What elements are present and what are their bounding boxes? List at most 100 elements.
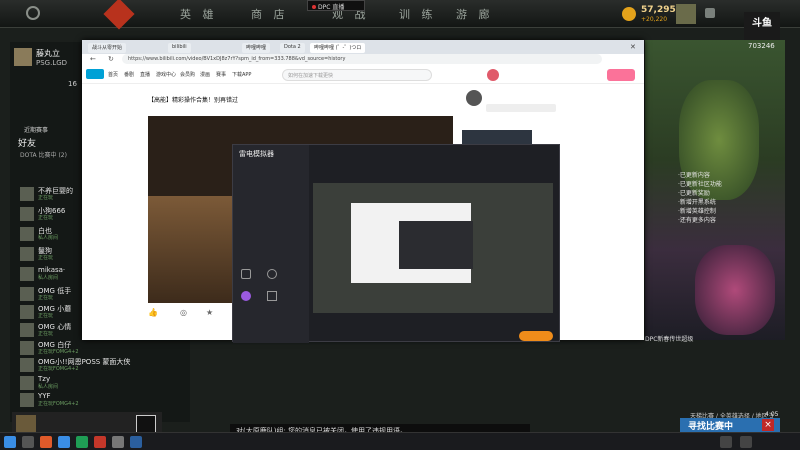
add-instance-icon[interactable] (241, 269, 251, 279)
close-window-icon[interactable]: ✕ (630, 43, 638, 51)
dpc-live-badge[interactable]: DPC 直播 (307, 0, 365, 11)
emulator-screen[interactable] (313, 183, 553, 313)
match-time: 4:05 (765, 411, 779, 418)
video-title: 【高能】精彩操作合集！别再错过 (148, 97, 239, 104)
nav-arcade[interactable]: 游 廊 (456, 6, 494, 22)
settings-icon[interactable] (26, 6, 40, 20)
back-icon[interactable]: ← (90, 55, 96, 63)
friend-avatar (20, 187, 34, 201)
friend-status: 正在玩FOMG4+2 (38, 349, 79, 355)
browser-tab[interactable]: 战斗从零开始 (88, 43, 127, 53)
friend-name: Tzy (38, 375, 51, 383)
gold-icon (622, 7, 636, 21)
friend-avatar (20, 207, 34, 221)
upload-button[interactable] (607, 69, 635, 81)
friend-status: 正在玩 (38, 195, 54, 201)
nav-home[interactable]: 首页 (108, 71, 118, 78)
live-dot-icon (312, 5, 316, 9)
nav-vip-shop[interactable]: 会员购 (180, 71, 195, 78)
search-input[interactable]: 如何在加速下载更快 (282, 69, 432, 81)
taskbar-app-icon[interactable] (112, 436, 124, 448)
taskbar-search-icon[interactable] (22, 436, 34, 448)
notification-icon[interactable] (705, 8, 715, 18)
friend-avatar (20, 323, 34, 337)
douyu-badge: 斗鱼 (744, 12, 780, 40)
friend-status: 正在玩 (38, 295, 54, 301)
coin-icon[interactable]: ◎ (180, 308, 187, 317)
browser-tab[interactable]: 哔哩哔哩 (242, 43, 271, 53)
favorite-icon[interactable]: ★ (206, 308, 213, 317)
friend-status: 正在玩 (38, 331, 54, 337)
dota-friends-header[interactable]: DOTA 比赛中 (2) (20, 150, 67, 159)
emulator-window: 雷电模拟器 (232, 144, 560, 343)
friend-status: 正在玩 (38, 255, 54, 261)
bilibili-logo-icon[interactable] (86, 69, 104, 79)
friend-avatar (20, 287, 34, 301)
nav-live[interactable]: 直播 (140, 71, 150, 78)
douyu-logo-text: 斗鱼 (752, 18, 772, 29)
update-list: ·已更新内容 ·已更新社区功能 ·已更新奖励 ·新增开黑系统 ·新增英雄控制 ·… (678, 171, 788, 225)
dota-logo-icon[interactable] (103, 0, 135, 30)
windows-start-icon[interactable] (4, 436, 16, 448)
friend-status: 正在玩FOMG4+2 (38, 401, 79, 407)
browser-tab[interactable]: bilibili (168, 43, 191, 53)
friend-item[interactable]: YYF 正在玩FOMG4+2 (20, 392, 190, 408)
friend-item[interactable]: Tzy 私人房间 (20, 375, 190, 391)
update-item: ·新增开黑系统 (678, 199, 716, 206)
friend-name: YYF (38, 392, 51, 400)
friend-avatar (20, 247, 34, 261)
uploader-avatar[interactable] (466, 90, 482, 106)
nav-comics[interactable]: 漫画 (200, 71, 210, 78)
update-item: ·已更新内容 (678, 172, 710, 179)
friend-item[interactable]: OMG小!!网恩POSS 蒙面大侠 正在玩FOMG4+2 (20, 357, 190, 373)
nav-learn[interactable]: 训 练 (399, 6, 437, 22)
taskbar-app-icon[interactable] (58, 436, 70, 448)
settings-icon[interactable] (267, 269, 277, 279)
profile-name: 藤丸立 (36, 49, 60, 58)
gold-change: +20,220 (641, 16, 668, 23)
friend-avatar (20, 341, 34, 355)
reload-icon[interactable]: ↻ (108, 55, 114, 63)
nav-anime[interactable]: 番剧 (124, 71, 134, 78)
files-icon[interactable] (267, 291, 277, 301)
dpc-caption: DPC新春传世超级 (645, 336, 694, 343)
taskbar-app-icon[interactable] (76, 436, 88, 448)
nav-download[interactable]: 下载APP (232, 71, 251, 78)
profile-avatar[interactable] (14, 48, 32, 66)
nav-game-center[interactable]: 游戏中心 (156, 71, 176, 78)
nav-heroes[interactable]: 英 雄 (180, 6, 218, 22)
emulator-title: 雷电模拟器 (239, 150, 274, 158)
friend-status: 私人房间 (38, 384, 59, 390)
browser-tab-active[interactable]: 哔哩哔哩 (゜-゜)つロ (310, 43, 366, 53)
friend-status: 正在玩 (38, 215, 54, 221)
user-avatar[interactable] (676, 4, 696, 24)
nav-events[interactable]: 赛事 (216, 71, 226, 78)
profile-team: PSG.LGD (36, 59, 68, 67)
taskbar-app-icon[interactable] (40, 436, 52, 448)
friend-avatar (20, 305, 34, 319)
nav-store[interactable]: 商 店 (251, 6, 289, 22)
cancel-search-button[interactable]: × (762, 419, 774, 431)
tray-icon[interactable] (740, 436, 752, 448)
friend-name: mikasa· (38, 266, 66, 274)
recent-matches-label[interactable]: 近期赛事 (24, 125, 48, 134)
friend-avatar (20, 393, 34, 407)
update-item: ·已更新奖励 (678, 190, 710, 197)
user-avatar-icon[interactable] (487, 69, 499, 81)
record-button[interactable] (519, 331, 553, 341)
like-icon[interactable]: 👍 (148, 308, 158, 317)
follow-button[interactable] (486, 104, 556, 112)
update-item: ·还有更多内容 (678, 217, 716, 224)
address-bar[interactable]: https://www.bilibili.com/video/BV1xDJ8z7… (122, 54, 602, 64)
profile-level: 16 (68, 80, 77, 88)
taskbar-app-icon[interactable] (130, 436, 142, 448)
nested-screen-2 (399, 221, 473, 269)
room-number: 703246 (748, 42, 775, 50)
taskbar-app-icon[interactable] (94, 436, 106, 448)
browser-tab[interactable]: Dota 2 (280, 43, 305, 53)
friend-status: 正在玩 (38, 313, 54, 319)
friend-item[interactable]: OMG 白仔 正在玩FOMG4+2 (20, 340, 190, 356)
friend-avatar (20, 358, 34, 372)
capture-icon[interactable] (241, 291, 251, 301)
tray-icon[interactable] (720, 436, 732, 448)
